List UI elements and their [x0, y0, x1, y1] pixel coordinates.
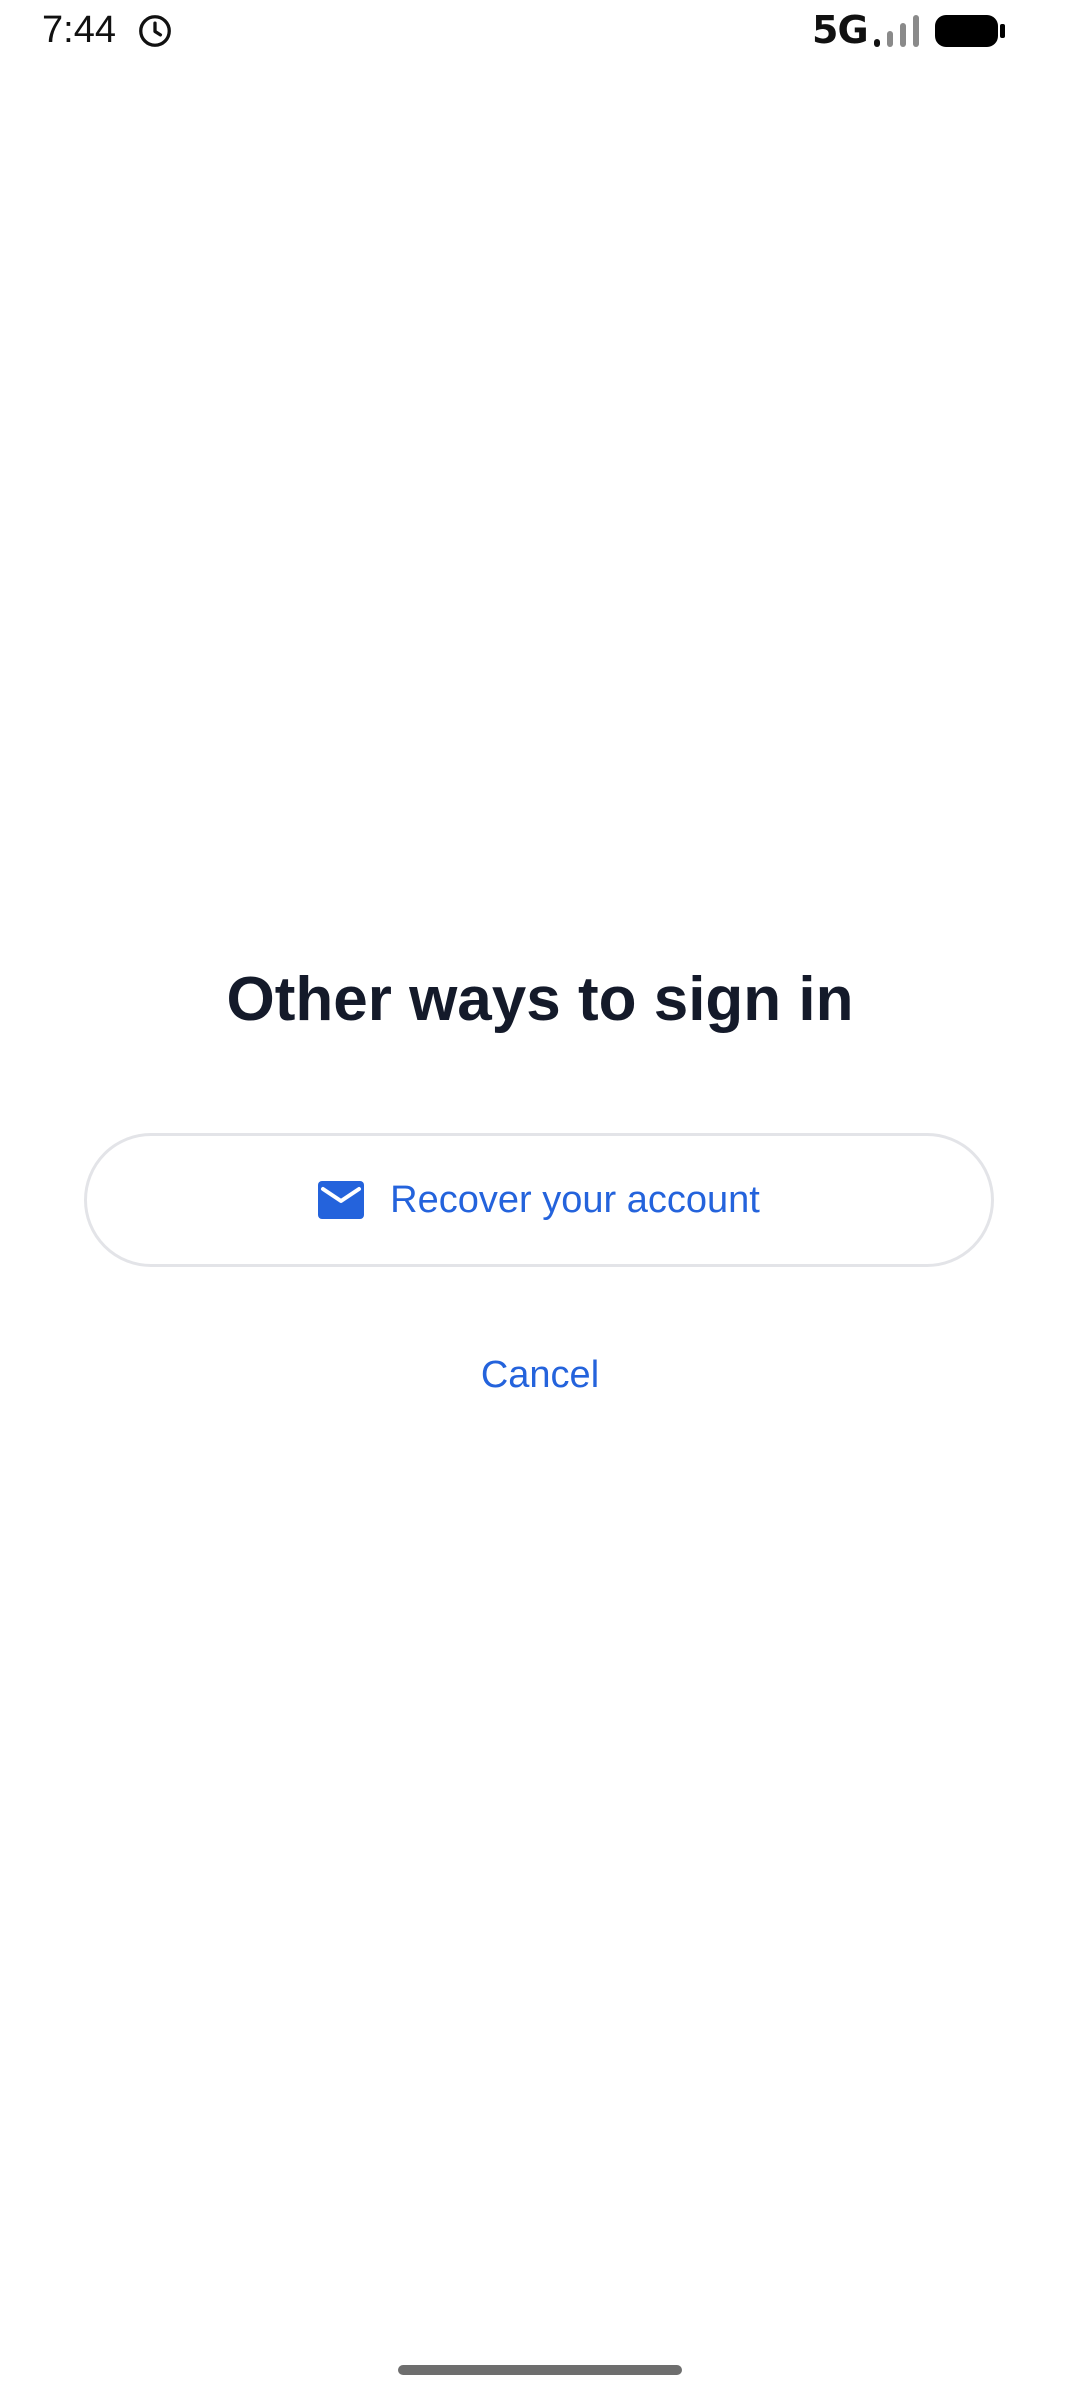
home-indicator[interactable]	[398, 2365, 682, 2375]
recover-account-button[interactable]: Recover your account	[84, 1133, 994, 1267]
status-bar: 7:44 5G	[0, 0, 1080, 64]
signal-strength-icon	[874, 15, 919, 47]
cancel-button[interactable]: Cancel	[390, 1345, 690, 1405]
status-time: 7:44	[42, 9, 116, 51]
network-type: 5G	[812, 8, 869, 52]
alarm-clock-icon	[139, 15, 171, 47]
recover-account-label: Recover your account	[390, 1179, 760, 1221]
page-title: Other ways to sign in	[226, 965, 854, 1034]
battery-icon	[935, 15, 1005, 47]
mail-icon	[318, 1181, 365, 1219]
